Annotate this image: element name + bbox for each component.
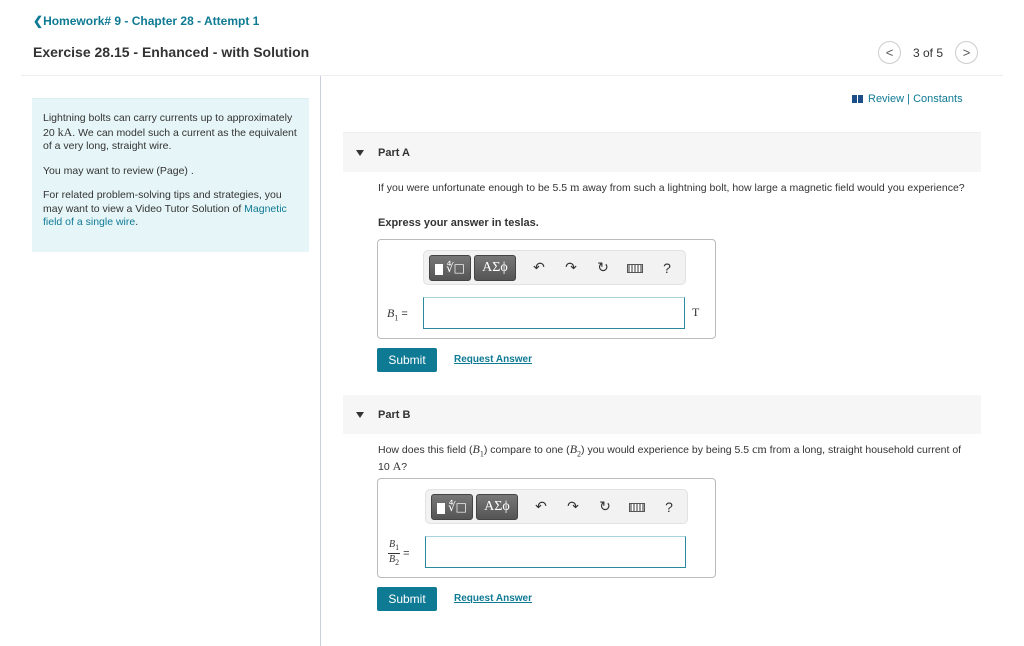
part-b-question: How does this field (B1) compare to one … [378, 442, 962, 474]
header-divider [21, 75, 1003, 76]
undo-icon[interactable]: ↶ [525, 498, 557, 515]
greek-symbols-button[interactable]: ΑΣϕ [476, 493, 518, 520]
b1-answer-input[interactable] [423, 297, 685, 329]
page-title: Exercise 28.15 - Enhanced - with Solutio… [33, 44, 310, 60]
intro-text: Lightning bolts can carry currents up to… [43, 112, 297, 152]
keyboard-icon[interactable] [619, 260, 651, 276]
constants-link[interactable]: Constants [913, 93, 963, 105]
previous-button[interactable]: < [878, 41, 901, 64]
part-b-submit-button[interactable]: Submit [377, 587, 437, 611]
pager: < 3 of 5 > [878, 41, 979, 64]
book-icon [852, 95, 863, 103]
ratio-answer-input[interactable] [425, 536, 686, 568]
part-a-answer-box: ∜□ ΑΣϕ ↶ ↷ ↻ ? B1 = T [377, 239, 716, 339]
caret-down-icon [356, 411, 364, 418]
templates-button[interactable]: ∜□ [429, 254, 471, 281]
greek-symbols-button[interactable]: ΑΣϕ [474, 254, 516, 281]
help-icon[interactable]: ? [653, 499, 685, 515]
help-icon[interactable]: ? [651, 260, 683, 276]
reset-icon[interactable]: ↻ [587, 259, 619, 276]
breadcrumb[interactable]: ❮Homework# 9 - Chapter 28 - Attempt 1 [33, 14, 259, 28]
part-a-question: If you were unfortunate enough to be 5.5… [378, 180, 965, 195]
part-b-answer-box: ∜□ ΑΣϕ ↶ ↷ ↻ ? B1 B2 = [377, 478, 716, 578]
chevron-right-icon: > [962, 45, 971, 60]
templates-button[interactable]: ∜□ [431, 493, 473, 520]
keyboard-icon[interactable] [621, 499, 653, 515]
chevron-left-icon: ❮ [33, 14, 44, 28]
part-a-request-answer-link[interactable]: Request Answer [454, 354, 532, 365]
redo-icon[interactable]: ↷ [555, 259, 587, 276]
part-a-submit-button[interactable]: Submit [377, 348, 437, 372]
undo-icon[interactable]: ↶ [523, 259, 555, 276]
math-toolbar: ∜□ ΑΣϕ ↶ ↷ ↻ ? [425, 489, 688, 524]
column-divider [320, 76, 321, 646]
page-count: 3 of 5 [913, 45, 944, 60]
math-toolbar: ∜□ ΑΣϕ ↶ ↷ ↻ ? [423, 250, 686, 285]
review-constants: Review | Constants [852, 93, 963, 105]
answer-label: B1 B2 = [388, 539, 410, 567]
review-page-text: You may want to review (Page) . [43, 164, 194, 177]
reset-icon[interactable]: ↻ [589, 498, 621, 515]
tips-text: For related problem-solving tips and str… [43, 189, 287, 228]
part-b-header[interactable]: Part B [343, 395, 981, 434]
chevron-left-icon: < [885, 45, 894, 60]
review-link[interactable]: Review [868, 93, 904, 105]
next-button[interactable]: > [955, 41, 979, 64]
part-b-request-answer-link[interactable]: Request Answer [454, 593, 532, 604]
part-a-instruction: Express your answer in teslas. [378, 217, 539, 229]
unit-label: T [692, 305, 700, 319]
caret-down-icon [356, 149, 364, 156]
problem-intro: Lightning bolts can carry currents up to… [32, 98, 309, 252]
answer-label: B1 = [387, 306, 408, 323]
part-a-header[interactable]: Part A [343, 133, 981, 172]
redo-icon[interactable]: ↷ [557, 498, 589, 515]
